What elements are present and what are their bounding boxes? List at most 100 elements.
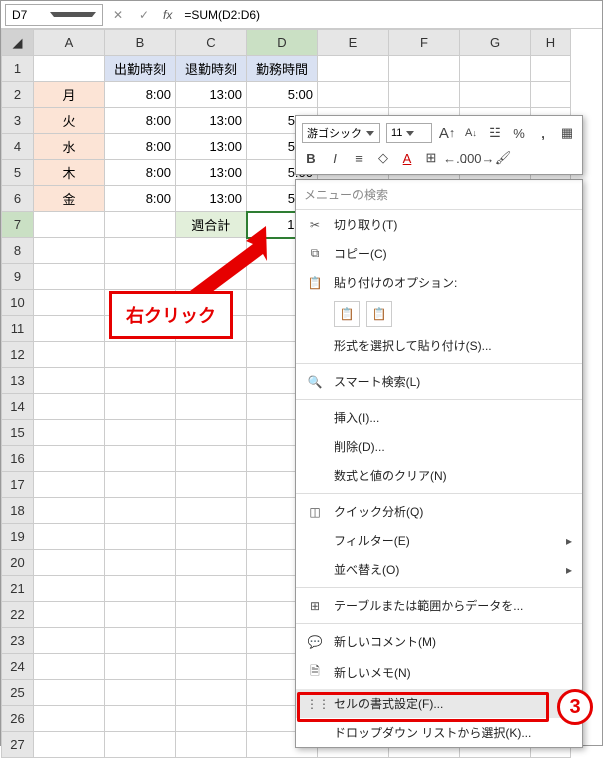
decrease-font-icon[interactable]: A↓ bbox=[462, 124, 480, 142]
menu-smart-lookup[interactable]: 🔍スマート検索(L) bbox=[296, 367, 582, 396]
menu-insert[interactable]: 挿入(I)... bbox=[296, 403, 582, 432]
cell[interactable]: 退勤時刻 bbox=[176, 56, 247, 82]
cell[interactable]: 13:00 bbox=[176, 108, 247, 134]
format-painter-icon[interactable]: 🖌 bbox=[494, 149, 512, 167]
callout-text: 右クリック bbox=[109, 291, 233, 339]
menu-label: ドロップダウン リストから選択(K)... bbox=[334, 724, 531, 741]
col-header[interactable]: E bbox=[318, 30, 389, 56]
accounting-format-icon[interactable]: ☳ bbox=[486, 124, 504, 142]
row-header[interactable]: 6 bbox=[2, 186, 34, 212]
confirm-formula-icon[interactable]: ✓ bbox=[133, 4, 155, 26]
cell[interactable]: 出勤時刻 bbox=[105, 56, 176, 82]
menu-copy[interactable]: ⧉コピー(C) bbox=[296, 239, 582, 268]
fx-icon[interactable]: fx bbox=[163, 8, 172, 22]
cell[interactable]: 5:00 bbox=[247, 82, 318, 108]
cell[interactable]: 8:00 bbox=[105, 82, 176, 108]
menu-sort[interactable]: 並べ替え(O)▸ bbox=[296, 555, 582, 584]
cell[interactable]: 水 bbox=[34, 134, 105, 160]
cell[interactable]: 13:00 bbox=[176, 134, 247, 160]
row-header[interactable]: 22 bbox=[2, 602, 34, 628]
row-header[interactable]: 10 bbox=[2, 290, 34, 316]
font-select[interactable]: 游ゴシック bbox=[302, 123, 380, 143]
menu-get-data-table[interactable]: ⊞テーブルまたは範囲からデータを... bbox=[296, 591, 582, 620]
decrease-decimal-icon[interactable]: .00→ bbox=[470, 149, 488, 167]
menu-search[interactable]: メニューの検索 bbox=[296, 180, 582, 210]
row-header[interactable]: 7 bbox=[2, 212, 34, 238]
col-header[interactable]: H bbox=[531, 30, 571, 56]
row-header[interactable]: 11 bbox=[2, 316, 34, 342]
increase-font-icon[interactable]: A↑ bbox=[438, 124, 456, 142]
cell[interactable]: 8:00 bbox=[105, 160, 176, 186]
menu-format-cells[interactable]: ⋮⋮セルの書式設定(F)... bbox=[296, 689, 582, 718]
menu-dropdown-list[interactable]: ドロップダウン リストから選択(K)... bbox=[296, 718, 582, 747]
row-header[interactable]: 18 bbox=[2, 498, 34, 524]
comma-icon[interactable]: , bbox=[534, 124, 552, 142]
fill-color-icon[interactable]: ◇ bbox=[374, 149, 392, 167]
cond-format-icon[interactable]: ▦ bbox=[558, 124, 576, 142]
menu-paste-special[interactable]: 形式を選択して貼り付け(S)... bbox=[296, 331, 582, 360]
row-header[interactable]: 23 bbox=[2, 628, 34, 654]
menu-label: 並べ替え(O) bbox=[334, 561, 399, 578]
cell[interactable]: 13:00 bbox=[176, 160, 247, 186]
row-header[interactable]: 24 bbox=[2, 654, 34, 680]
paste-option-button[interactable]: 📋 bbox=[366, 301, 392, 327]
select-all[interactable]: ◢ bbox=[2, 30, 34, 56]
row-header[interactable]: 17 bbox=[2, 472, 34, 498]
col-header[interactable]: D bbox=[247, 30, 318, 56]
cell[interactable]: 8:00 bbox=[105, 186, 176, 212]
italic-icon[interactable]: I bbox=[326, 149, 344, 167]
col-header[interactable]: C bbox=[176, 30, 247, 56]
row-header[interactable]: 25 bbox=[2, 680, 34, 706]
cell[interactable]: 8:00 bbox=[105, 108, 176, 134]
row-header[interactable]: 16 bbox=[2, 446, 34, 472]
menu-filter[interactable]: フィルター(E)▸ bbox=[296, 526, 582, 555]
row-header[interactable]: 20 bbox=[2, 550, 34, 576]
row-header[interactable]: 14 bbox=[2, 394, 34, 420]
row-header[interactable]: 8 bbox=[2, 238, 34, 264]
cell[interactable]: 8:00 bbox=[105, 134, 176, 160]
bold-icon[interactable]: B bbox=[302, 149, 320, 167]
font-size-select[interactable]: 11 bbox=[386, 123, 432, 143]
menu-new-note[interactable]: 🗎新しいメモ(N) bbox=[296, 656, 582, 689]
cell[interactable]: 13:00 bbox=[176, 186, 247, 212]
align-icon[interactable]: ≡ bbox=[350, 149, 368, 167]
increase-decimal-icon[interactable]: ←.0 bbox=[446, 149, 464, 167]
cell[interactable]: 木 bbox=[34, 160, 105, 186]
row-header[interactable]: 15 bbox=[2, 420, 34, 446]
paste-option-button[interactable]: 📋 bbox=[334, 301, 360, 327]
row-header[interactable]: 27 bbox=[2, 732, 34, 758]
cell[interactable]: 金 bbox=[34, 186, 105, 212]
cancel-formula-icon[interactable]: ✕ bbox=[107, 4, 129, 26]
borders-icon[interactable]: ⊞ bbox=[422, 149, 440, 167]
col-header[interactable]: G bbox=[460, 30, 531, 56]
row-header[interactable]: 2 bbox=[2, 82, 34, 108]
menu-new-comment[interactable]: 💬新しいコメント(M) bbox=[296, 627, 582, 656]
col-header[interactable]: F bbox=[389, 30, 460, 56]
menu-cut[interactable]: ✂切り取り(T) bbox=[296, 210, 582, 239]
col-header[interactable]: B bbox=[105, 30, 176, 56]
row-header[interactable]: 26 bbox=[2, 706, 34, 732]
menu-quick-analysis[interactable]: ◫クイック分析(Q) bbox=[296, 497, 582, 526]
row-header[interactable]: 12 bbox=[2, 342, 34, 368]
row-header[interactable]: 3 bbox=[2, 108, 34, 134]
menu-delete[interactable]: 削除(D)... bbox=[296, 432, 582, 461]
formula-bar[interactable]: =SUM(D2:D6) bbox=[180, 4, 598, 26]
col-header[interactable]: A bbox=[34, 30, 105, 56]
menu-clear[interactable]: 数式と値のクリア(N) bbox=[296, 461, 582, 490]
row-header[interactable]: 13 bbox=[2, 368, 34, 394]
cell[interactable]: 13:00 bbox=[176, 82, 247, 108]
cell[interactable]: 火 bbox=[34, 108, 105, 134]
cell[interactable]: 勤務時間 bbox=[247, 56, 318, 82]
name-box[interactable]: D7 bbox=[5, 4, 103, 26]
row-header[interactable]: 1 bbox=[2, 56, 34, 82]
chevron-down-icon[interactable] bbox=[50, 12, 96, 17]
row-header[interactable]: 9 bbox=[2, 264, 34, 290]
row-header[interactable]: 4 bbox=[2, 134, 34, 160]
percent-icon[interactable]: % bbox=[510, 124, 528, 142]
row-header[interactable]: 21 bbox=[2, 576, 34, 602]
row-header[interactable]: 5 bbox=[2, 160, 34, 186]
scissors-icon: ✂ bbox=[306, 218, 324, 232]
cell[interactable]: 月 bbox=[34, 82, 105, 108]
row-header[interactable]: 19 bbox=[2, 524, 34, 550]
font-color-icon[interactable]: A bbox=[398, 149, 416, 167]
